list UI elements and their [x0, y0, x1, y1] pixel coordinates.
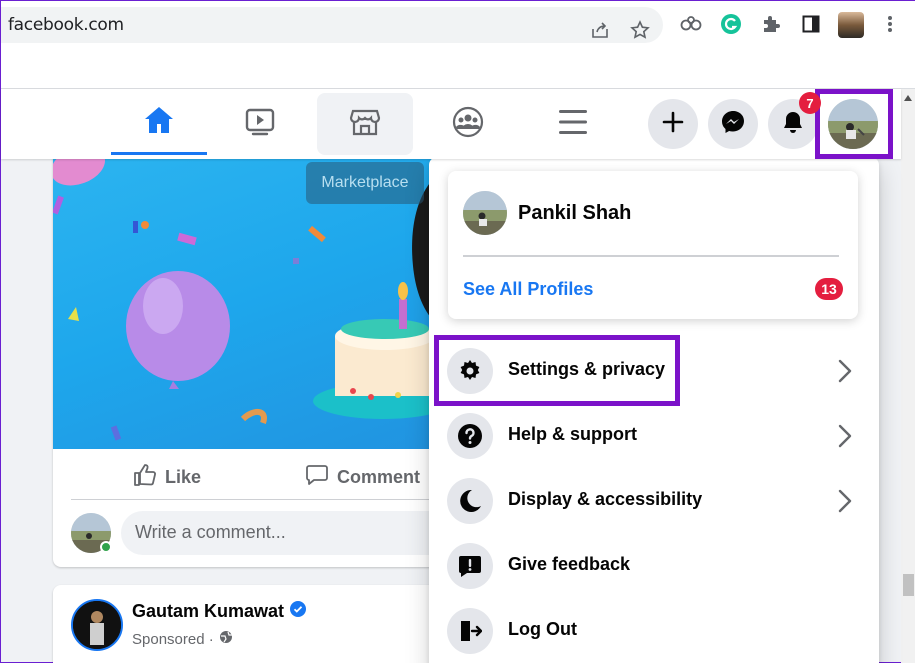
comment-composer: Write a comment...: [53, 507, 453, 557]
sidepanel-icon[interactable]: [800, 13, 822, 35]
account-dropdown-menu: Pankil Shah See All Profiles 13 Settings…: [429, 157, 879, 663]
comment-button[interactable]: Comment: [305, 463, 420, 492]
settings-privacy-highlight: [434, 335, 680, 406]
online-status-dot: [100, 541, 112, 553]
grammarly-icon[interactable]: [720, 13, 742, 35]
tab-marketplace[interactable]: [317, 93, 413, 155]
groups-icon: [452, 106, 484, 143]
chevron-right-icon: [838, 489, 852, 518]
url-text[interactable]: facebook.com: [8, 15, 124, 35]
marketplace-tooltip: Marketplace: [306, 162, 424, 204]
menu-item-label: Give feedback: [508, 554, 631, 574]
tab-watch[interactable]: [212, 93, 308, 155]
comment-bubble-icon: [305, 463, 329, 492]
marketplace-icon: [349, 107, 381, 142]
facebook-top-nav: 7: [1, 89, 901, 159]
notification-count-badge: 7: [799, 92, 821, 114]
profile-avatar: [463, 191, 507, 235]
post-meta: Sponsored ·: [132, 630, 214, 648]
profile-card-divider: [463, 255, 839, 257]
account-avatar-button[interactable]: [828, 99, 878, 149]
comment-input[interactable]: Write a comment...: [121, 511, 453, 555]
scroll-up-arrow-icon[interactable]: [904, 95, 912, 101]
messenger-icon: [721, 110, 745, 139]
globe-icon: [219, 630, 233, 648]
address-bar[interactable]: facebook.com: [1, 7, 663, 43]
post-actions: Like Comment: [53, 449, 453, 501]
thumbs-up-icon: [133, 463, 157, 492]
menu-item-label: Display & accessibility: [508, 489, 703, 509]
extension-icon[interactable]: [680, 13, 702, 35]
like-button[interactable]: Like: [133, 463, 201, 492]
bookmark-strip: [1, 51, 915, 89]
star-icon[interactable]: [629, 19, 651, 41]
post-divider: [71, 499, 453, 500]
feed-post-card: Marketplace Like Comment Write a comment…: [53, 141, 453, 567]
profile-card: Pankil Shah See All Profiles 13: [448, 171, 858, 319]
sponsored-post-card: Gautam Kumawat Sponsored ·: [53, 585, 453, 663]
create-button[interactable]: [648, 99, 698, 149]
profiles-count-badge: 13: [815, 278, 843, 300]
menu-icon: [558, 108, 588, 141]
moon-icon: [447, 478, 493, 524]
messenger-button[interactable]: [708, 99, 758, 149]
like-label: Like: [165, 467, 202, 487]
menu-item-label: Log Out: [508, 619, 577, 639]
profile-avatar-icon[interactable]: [837, 11, 865, 39]
tab-groups[interactable]: [420, 93, 516, 155]
feedback-icon: [447, 543, 493, 589]
share-icon[interactable]: [589, 19, 611, 41]
home-icon: [143, 105, 175, 140]
post-author-name[interactable]: Gautam Kumawat: [132, 601, 284, 622]
verified-badge-icon: [290, 601, 307, 622]
puzzle-icon[interactable]: [760, 13, 782, 35]
notifications-bell-icon: [782, 110, 804, 139]
menu-item-give-feedback[interactable]: Give feedback: [447, 538, 867, 596]
menu-item-label: Help & support: [508, 424, 637, 444]
logout-icon: [447, 608, 493, 654]
author-avatar[interactable]: [71, 599, 123, 651]
comment-label: Comment: [337, 467, 421, 487]
current-profile-row[interactable]: Pankil Shah: [463, 191, 631, 235]
chevron-right-icon: [838, 424, 852, 453]
menu-item-display-accessibility[interactable]: Display & accessibility: [447, 473, 867, 531]
kebab-menu-icon[interactable]: [879, 13, 901, 35]
watch-icon: [245, 107, 275, 142]
create-plus-icon: [662, 111, 684, 138]
birthday-post-image: Marketplace: [53, 141, 453, 449]
menu-item-log-out[interactable]: Log Out: [447, 603, 867, 661]
question-icon: [447, 413, 493, 459]
browser-toolbar: facebook.com: [1, 1, 915, 51]
see-all-profiles-link[interactable]: See All Profiles: [463, 279, 593, 300]
tab-menu[interactable]: [525, 93, 621, 155]
profile-name: Pankil Shah: [518, 201, 632, 224]
menu-item-help-support[interactable]: Help & support: [447, 408, 867, 466]
tab-home[interactable]: [111, 93, 207, 155]
page-scrollbar[interactable]: [901, 89, 915, 663]
chevron-right-icon: [838, 359, 852, 388]
scroll-thumb[interactable]: [903, 574, 914, 596]
